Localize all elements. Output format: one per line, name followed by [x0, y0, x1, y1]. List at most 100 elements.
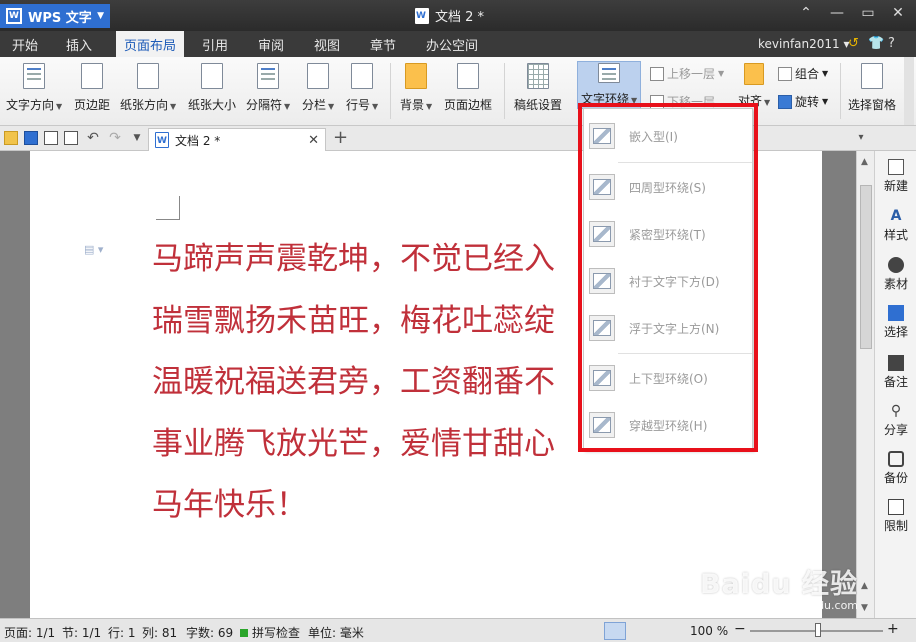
skin-icon[interactable]: ↺ [848, 36, 859, 51]
tab-home[interactable]: 开始 [12, 35, 38, 54]
text-direction-button[interactable]: 文字方向 ▼ [6, 63, 62, 113]
tab-review[interactable]: 审阅 [258, 35, 284, 54]
text-wrap-icon [598, 63, 621, 83]
tab-chapter[interactable]: 章节 [370, 35, 396, 54]
side-notes-button[interactable]: 备注 [875, 355, 916, 390]
zoom-level: 100 % [690, 624, 729, 638]
orientation-button[interactable]: 纸张方向 ▼ [120, 63, 176, 113]
page-border-button[interactable]: 页面边框 [444, 63, 492, 113]
wps-logo-icon: W [6, 8, 22, 24]
chevron-down-icon: ▼ [97, 11, 104, 21]
undo-icon[interactable]: ↶ [86, 131, 100, 145]
scroll-up-icon[interactable]: ▲ [861, 581, 868, 591]
manuscript-label: 稿纸设置 [514, 98, 563, 112]
minimize-button[interactable]: — [827, 5, 847, 21]
status-row: 行: 1 [108, 626, 136, 640]
status-unit[interactable]: 单位: 毫米 [308, 624, 364, 641]
ribbon: 文字方向 ▼ 页边距 纸张方向 ▼ 纸张大小 分隔符 ▼ 分栏 ▼ 行号 ▼ 背景 ▼ 页面… [0, 57, 916, 126]
tab-view[interactable]: 视图 [314, 35, 340, 54]
maximize-button[interactable]: ▭ [858, 5, 878, 21]
tab-office-space[interactable]: 办公空间 [426, 35, 478, 54]
side-styles-button[interactable]: A 样式 [875, 208, 916, 243]
ribbon-scroll-handle[interactable] [904, 57, 914, 125]
spell-check-toggle[interactable]: 拼写检查 [240, 624, 300, 641]
app-menu-button[interactable]: W WPS 文字 ▼ [0, 4, 110, 28]
baidu-watermark: Baidu 经验 jingyan.baidu.com [700, 562, 858, 612]
columns-button[interactable]: 分栏 ▼ [302, 63, 334, 113]
print-icon[interactable] [44, 131, 58, 145]
zoom-out-button[interactable]: − [734, 621, 746, 637]
tab-page-layout[interactable]: 页面布局 [116, 31, 185, 57]
window-title-text: 文档 2 * [435, 10, 485, 25]
group-button[interactable]: 组合 ▼ [778, 65, 828, 82]
paragraph-handle-icon[interactable]: ▤ ▾ [84, 243, 103, 256]
quick-access-dropdown-icon[interactable]: ▼ [130, 131, 144, 145]
manuscript-button[interactable]: 稿纸设置 [514, 63, 562, 113]
rotate-button[interactable]: 旋转 ▼ [778, 93, 828, 110]
document-tab-bar: ↶ ↷ ▼ 文档 2 * ✕ + ▾ [0, 126, 916, 151]
side-select-label: 选择 [883, 325, 908, 339]
open-icon[interactable] [4, 131, 18, 145]
document-tab[interactable]: 文档 2 * ✕ [148, 128, 326, 151]
help-icon[interactable]: ? [888, 36, 895, 51]
material-icon [888, 257, 904, 273]
background-icon [405, 63, 428, 89]
tab-insert[interactable]: 插入 [66, 35, 92, 54]
margins-button[interactable]: 页边距 [74, 63, 110, 113]
ribbon-divider [390, 63, 391, 119]
vertical-scrollbar[interactable]: ▲ ▲ ▼ [856, 151, 874, 618]
scroll-up-icon[interactable]: ▲ [861, 157, 868, 167]
page-view-button[interactable] [604, 622, 626, 640]
margin-corner-mark [156, 196, 180, 220]
document-tab-label: 文档 2 * [175, 133, 221, 148]
share-icon: ⚲ [890, 403, 902, 419]
side-material-label: 素材 [883, 277, 908, 291]
status-column: 列: 81 [142, 626, 178, 640]
zoom-slider-thumb[interactable] [815, 623, 821, 637]
document-icon [415, 7, 429, 24]
side-material-button[interactable]: 素材 [875, 257, 916, 292]
zoom-in-button[interactable]: + [887, 621, 899, 637]
new-tab-button[interactable]: + [333, 127, 348, 148]
side-select-button[interactable]: 选择 [875, 305, 916, 340]
poem-line: 瑞雪飘扬禾苗旺，梅花吐蕊绽 [152, 302, 555, 339]
paper-size-label: 纸张大小 [188, 98, 237, 112]
title-bar: W WPS 文字 ▼ 文档 2 * ⌃ — ▭ ✕ [0, 0, 916, 31]
columns-icon [307, 63, 330, 89]
tab-list-icon[interactable]: ▾ [854, 131, 868, 145]
side-share-label: 分享 [883, 423, 908, 437]
text-wrap-button[interactable]: 文字环绕 ▼ [577, 61, 642, 109]
scroll-thumb[interactable] [860, 185, 872, 349]
side-restrict-button[interactable]: 限制 [875, 499, 916, 534]
user-account[interactable]: kevinfan2011 ▾ [758, 37, 850, 51]
close-window-button[interactable]: ✕ [888, 5, 908, 21]
outline-view-button[interactable] [631, 622, 653, 640]
ribbon-toggle-icon[interactable]: ⌃ [796, 5, 816, 21]
save-icon[interactable] [24, 131, 38, 145]
side-new-button[interactable]: 新建 [875, 159, 916, 194]
side-notes-label: 备注 [883, 375, 908, 389]
tab-references[interactable]: 引用 [202, 35, 228, 54]
backup-icon [888, 451, 904, 467]
line-numbers-button[interactable]: 行号 ▼ [346, 63, 378, 113]
paper-size-button[interactable]: 纸张大小 [188, 63, 236, 113]
window-title: 文档 2 * [415, 6, 484, 25]
notes-icon [888, 355, 904, 371]
selection-pane-button[interactable]: 选择窗格 [848, 63, 896, 113]
redo-icon[interactable]: ↷ [108, 131, 122, 145]
status-word-count[interactable]: 字数: 69 [186, 624, 233, 641]
shirt-icon[interactable]: 👕 [868, 36, 884, 51]
close-tab-icon[interactable]: ✕ [308, 133, 319, 148]
paper-size-icon [201, 63, 223, 89]
selection-pane-label: 选择窗格 [848, 98, 897, 112]
side-backup-button[interactable]: 备份 [875, 451, 916, 486]
poem-text[interactable]: 马蹄声声震乾坤，不觉已经入 瑞雪飘扬禾苗旺，梅花吐蕊绽 温暖祝福送君旁，工资翻番… [152, 229, 555, 537]
web-view-button[interactable] [658, 622, 680, 640]
print-preview-icon[interactable] [64, 131, 78, 145]
annotation-highlight-box [578, 103, 758, 452]
breaks-button[interactable]: 分隔符 ▼ [246, 63, 290, 113]
side-share-button[interactable]: ⚲ 分享 [875, 403, 916, 438]
scroll-down-icon[interactable]: ▼ [861, 603, 868, 613]
background-button[interactable]: 背景 ▼ [400, 63, 432, 113]
bring-forward-button[interactable]: 上移一层 ▼ [650, 65, 724, 82]
